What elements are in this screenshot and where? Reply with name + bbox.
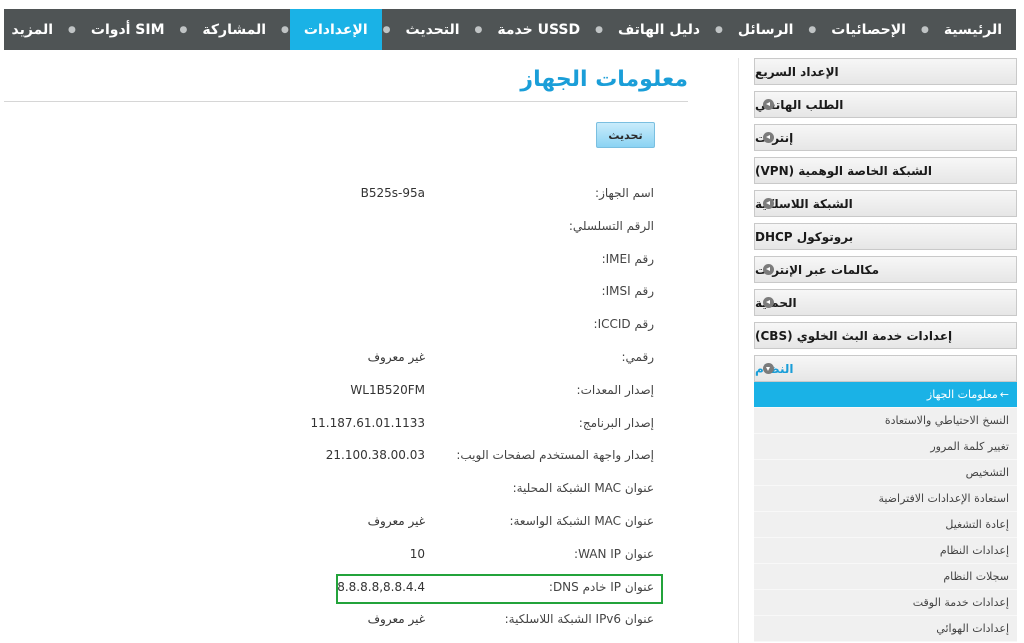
sidebar-item-6[interactable]: مكالمات عبر الإنترنت (754, 256, 1017, 283)
nav-tab-6[interactable]: الإعدادات (289, 9, 382, 50)
sidebar-item-label: إعدادات خدمة البث الخلوي (CBS) (755, 328, 953, 343)
chevron-left-icon (763, 132, 774, 143)
submenu-item-9[interactable]: إعدادات الهوائي (754, 616, 1017, 642)
chevron-left-icon (763, 198, 774, 209)
info-value: 21.100.38.00.03 (325, 448, 425, 463)
page-title: معلومات الجهاز (520, 67, 688, 92)
system-submenu: معلومات الجهازالنسخ الاحتياطي والاستعادة… (754, 382, 1017, 642)
sidebar-item-label: النظام (755, 361, 794, 376)
info-row: رقم ICCID: (0, 315, 680, 337)
nav-tab-5[interactable]: التحديث (392, 9, 474, 50)
sidebar-item-9[interactable]: النظام (754, 355, 1017, 382)
nav-tab-7[interactable]: المشاركة (188, 9, 280, 50)
sidebar-item-5[interactable]: بروتوكول DHCP (754, 223, 1017, 250)
info-label: عنوان WAN IP: (574, 546, 654, 561)
info-value: WL1B520FM (350, 382, 425, 397)
info-row: رقم IMSI: (0, 282, 680, 304)
submenu-item-6[interactable]: إعدادات النظام (754, 538, 1017, 564)
sidebar-item-label: الشبكة الخاصة الوهمية (VPN) (755, 163, 932, 178)
nav-separator: ● (595, 24, 603, 35)
dns-highlight-box (336, 574, 663, 604)
sidebar-item-3[interactable]: الشبكة الخاصة الوهمية (VPN) (754, 157, 1017, 184)
info-label: رقم ICCID: (593, 317, 654, 332)
nav-separator: ● (179, 24, 188, 35)
info-value: B525s-95a (360, 186, 425, 200)
sidebar-item-1[interactable]: الطلب الهاتفي (754, 91, 1017, 118)
sidebar-item-0[interactable]: الإعداد السريع (754, 58, 1017, 85)
info-label: إصدار واجهة المستخدم لصفحات الويب: (456, 448, 654, 463)
sidebar-item-label: إنترنت (755, 130, 794, 145)
chevron-left-icon (763, 297, 774, 308)
info-row: رقم IMEI: (0, 250, 680, 272)
info-row: إصدار واجهة المستخدم لصفحات الويب: 21.100… (0, 446, 680, 468)
info-row: إصدار المعدات: WL1B520FM (0, 381, 680, 403)
nav-tab-4[interactable]: خدمة USSD (483, 9, 594, 50)
info-row: رقمي: غير معروف (0, 348, 680, 370)
info-label: إصدار البرنامج: (578, 415, 654, 430)
info-value: غير معروف (367, 612, 425, 627)
info-label: عنوان MAC الشبكة الواسعة: (509, 514, 654, 528)
sidebar-item-4[interactable]: الشبكة اللاسلكية (754, 190, 1017, 217)
chevron-left-icon (763, 264, 774, 275)
sidebar-item-8[interactable]: إعدادات خدمة البث الخلوي (CBS) (754, 322, 1017, 349)
info-label: اسم الجهاز: (595, 186, 654, 200)
nav-separator: ● (808, 24, 817, 35)
sidebar-item-label: الإعداد السريع (755, 64, 839, 79)
submenu-item-3[interactable]: التشخيص (754, 460, 1017, 486)
nav-separator: ● (68, 24, 76, 35)
nav-tab-8[interactable]: أدوات SIM (77, 9, 179, 50)
nav-separator: ● (382, 24, 391, 35)
info-value: غير معروف (367, 350, 425, 364)
info-label: عنوان MAC الشبكة المحلية: (512, 481, 654, 496)
info-label: الرقم التسلسلي: (568, 218, 654, 233)
submenu-item-4[interactable]: استعادة الإعدادات الافتراضية (754, 486, 1017, 512)
info-value: 11.187.61.01.1133 (310, 415, 425, 430)
submenu-item-1[interactable]: النسخ الاحتياطي والاستعادة (754, 408, 1017, 434)
chevron-down-icon (763, 363, 774, 374)
sidebar-item-label: بروتوكول DHCP (755, 229, 854, 244)
submenu-item-0[interactable]: معلومات الجهاز (754, 382, 1017, 408)
info-row: إصدار البرنامج: 11.187.61.01.1133 (0, 414, 680, 436)
info-row: اسم الجهاز: B525s-95a (0, 184, 680, 206)
info-label: إصدار المعدات: (576, 382, 654, 397)
sidebar-item-7[interactable]: الحماية (754, 289, 1017, 316)
info-row: عنوان MAC الشبكة الواسعة: غير معروف (0, 512, 680, 534)
submenu-item-7[interactable]: سجلات النظام (754, 564, 1017, 590)
top-navigation: الرئيسية ● الإحصائيات ● الرسائل ● دليل الهاتف ●… (4, 9, 1016, 50)
nav-separator: ● (474, 24, 483, 35)
info-value: غير معروف (367, 514, 425, 528)
sidebar-item-label: الحماية (755, 295, 797, 310)
column-divider (738, 58, 739, 643)
info-row: عنوان IPv6 الشبكة اللاسلكية: غير معروف (0, 610, 680, 632)
title-divider (4, 101, 688, 102)
nav-tab-2[interactable]: الرسائل (724, 9, 808, 50)
submenu-item-5[interactable]: إعادة التشغيل (754, 512, 1017, 538)
submenu-item-8[interactable]: إعدادات خدمة الوقت (754, 590, 1017, 616)
info-label: رقم IMEI: (601, 251, 654, 266)
chevron-left-icon (763, 99, 774, 110)
info-row: الرقم التسلسلي: (0, 217, 680, 239)
submenu-item-2[interactable]: تغيير كلمة المرور (754, 434, 1017, 460)
nav-tab-3[interactable]: دليل الهاتف (604, 9, 714, 50)
nav-separator: ● (281, 24, 289, 35)
info-label: رقم IMSI: (601, 284, 654, 299)
settings-sidebar: الإعداد السريع الطلب الهاتفي إنترنت الشبكة … (754, 58, 1017, 642)
nav-tab-9[interactable]: المزيد (0, 9, 67, 50)
info-row: عنوان WAN IP: 10 (0, 545, 680, 567)
sidebar-item-2[interactable]: إنترنت (754, 124, 1017, 151)
info-value: 10 (409, 546, 425, 561)
refresh-button[interactable]: تحديث (596, 122, 655, 148)
info-label: رقمي: (621, 350, 654, 364)
nav-tab-0[interactable]: الرئيسية (930, 9, 1016, 50)
nav-tab-1[interactable]: الإحصائيات (817, 9, 920, 50)
info-row: عنوان MAC الشبكة المحلية: (0, 479, 680, 501)
nav-separator: ● (715, 24, 723, 35)
info-label: عنوان IPv6 الشبكة اللاسلكية: (504, 612, 654, 627)
nav-separator: ● (920, 24, 929, 35)
